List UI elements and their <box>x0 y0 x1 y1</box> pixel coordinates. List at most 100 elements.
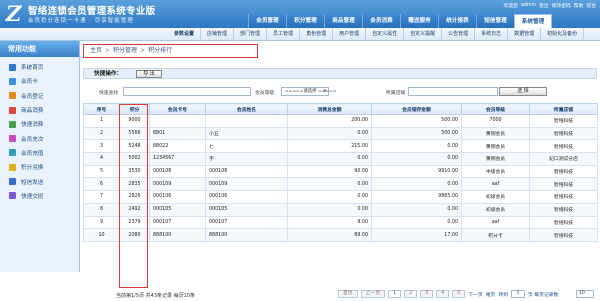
subnav-system-log[interactable]: 系统日志 <box>475 28 509 41</box>
col-card-number[interactable]: 会员卡号 <box>149 103 206 115</box>
table-row[interactable]: 1 9000 200.00 500.00 7000 智络科技 <box>83 114 598 128</box>
cell-index: 1 <box>83 114 120 128</box>
cell-store: 智络科技 <box>529 228 598 242</box>
page-1-button[interactable]: 1 <box>388 290 402 298</box>
cell-stored-balance: 9910.00 <box>371 164 462 179</box>
store-label: 所属店铺 <box>386 91 406 96</box>
cell-stored-balance: 0.00 <box>371 215 462 230</box>
subnav-role-management[interactable]: 角色管理 <box>300 28 334 41</box>
subnav-init-backup[interactable]: 初始化及备份 <box>541 28 585 41</box>
table-row[interactable]: 8 2492 000105 000105 0.00 0.00 初级会员 智络科技 <box>83 202 598 217</box>
cell-member-level: 积分卡 <box>461 228 530 242</box>
cell-points: 2835 <box>119 177 150 192</box>
export-button[interactable]: 导 出 <box>136 70 162 78</box>
col-member-level[interactable]: 会员等级 <box>461 103 530 115</box>
tab-goods-management[interactable]: 商品管理 <box>324 14 362 28</box>
page-5-button[interactable]: 5 <box>452 290 466 298</box>
points-exchange-icon <box>9 163 16 171</box>
cell-total-spent: 0.00 <box>287 152 372 166</box>
subnav-user-management[interactable]: 用户管理 <box>333 28 367 41</box>
change-password-link[interactable]: 修改密码 <box>552 2 571 9</box>
cell-index: 2 <box>83 126 120 141</box>
subnav-department-management[interactable]: 部门管理 <box>234 28 268 41</box>
search-input[interactable] <box>123 87 251 96</box>
sidebar-item-points-exchange[interactable]: 积分兑换 <box>0 160 79 174</box>
store-input[interactable] <box>408 87 498 96</box>
col-total-spent[interactable]: 消费总金额 <box>287 103 372 115</box>
col-stored-balance[interactable]: 会员储存金额 <box>371 103 462 115</box>
col-points[interactable]: 积分 <box>119 103 150 115</box>
page-number-input[interactable]: 1 <box>510 290 525 298</box>
col-index[interactable]: 序号 <box>83 103 120 115</box>
sidebar-item-sms-send[interactable]: 短信发送 <box>0 174 79 188</box>
tab-member-management[interactable]: 会员管理 <box>248 14 286 28</box>
cell-member-name: 000107 <box>205 215 288 230</box>
page-4-button[interactable]: 4 <box>436 290 450 298</box>
subnav-store-management[interactable]: 店铺管理 <box>201 28 235 41</box>
cell-stored-balance: 0.00 <box>371 177 462 192</box>
page-3-button[interactable]: 3 <box>420 290 434 298</box>
table-row[interactable]: 3 5248 88022 七 215.00 0.00 黄铜会员 智络科技 <box>83 139 598 154</box>
sidebar-item-label: 积分兑换 <box>21 165 44 172</box>
col-member-name[interactable]: 会员姓名 <box>205 103 288 115</box>
member-level-select[interactable]: =====请选择 ===== ▾ <box>281 87 336 96</box>
breadcrumb-home[interactable]: 主页 <box>90 47 102 54</box>
sidebar-item-quick-shift[interactable]: 快速交班 <box>0 189 79 203</box>
cell-card-number: 000107 <box>149 215 206 230</box>
next-page-button[interactable]: 下一页 <box>468 291 482 298</box>
sidebar-item-quick-consume[interactable]: 快速消费 <box>0 117 79 131</box>
tab-points-management[interactable]: 积分管理 <box>286 14 324 28</box>
table-row[interactable]: 4 5002 1234567 字 0.00 0.00 黄铜会员 妃口测试分店 <box>83 152 598 166</box>
table-row[interactable]: 2 5566 8801 小五 0.00 500.00 黄铜会员 智络科技 <box>83 126 598 141</box>
col-store[interactable]: 所属店铺 <box>529 103 598 115</box>
main-content: 主页 > 积分管理 > 积分排行 快捷操作： 导 出 快速查找 会员等级 =====请选… <box>80 41 600 299</box>
page-2-button[interactable]: 2 <box>404 290 418 298</box>
sidebar-item-member-card[interactable]: 会员卡 <box>0 74 79 88</box>
tab-member-consumption[interactable]: 会员消费 <box>362 14 400 28</box>
sidebar-item-label: 会员充次 <box>21 136 44 143</box>
tab-system-management[interactable]: 系统管理 <box>514 14 552 28</box>
tab-sms-management[interactable]: 短信管理 <box>476 14 514 28</box>
subnav-staff-management[interactable]: 员工管理 <box>267 28 301 41</box>
select-store-button[interactable]: 选 择 <box>499 87 547 96</box>
table-row[interactable]: 5 3530 000108 000108 90.00 9910.00 中级会员 智络科技 <box>83 164 598 179</box>
prev-page-button[interactable]: 上一页 <box>360 290 386 298</box>
member-register-icon <box>9 92 16 100</box>
page-size-select[interactable]: 10 <box>576 290 594 298</box>
table-row[interactable]: 9 2379 000107 000107 9.00 0.00 aaf 智络科技 <box>83 215 598 230</box>
sidebar-item-goods-consume[interactable]: 商品消费 <box>0 103 79 117</box>
cell-points: 3530 <box>119 164 150 179</box>
sidebar-item-home[interactable]: 系统首页 <box>0 60 79 74</box>
cell-index: 6 <box>83 177 120 192</box>
sidebar-item-member-recharge[interactable]: 会员充值 <box>0 146 79 160</box>
table-row[interactable]: 10 2080 888100 888100 89.00 17.00 积分卡 智络科技 <box>83 228 598 242</box>
app-slogan: 会员积分连锁一卡通 · 尽享智能管理 <box>28 18 134 24</box>
goods-consume-icon <box>9 106 16 114</box>
subnav-notice-management[interactable]: 公告管理 <box>442 28 476 41</box>
subnav-data-management[interactable]: 数据管理 <box>508 28 542 41</box>
cell-member-name: 七 <box>205 139 288 154</box>
last-page-button[interactable]: 尾页 <box>486 291 496 298</box>
cell-points: 9000 <box>119 114 150 128</box>
front-desk-link[interactable]: 前台 <box>586 2 596 9</box>
sidebar-item-member-register[interactable]: 会员登记 <box>0 89 79 103</box>
app-title: 智络连锁会员管理系统专业版 <box>28 6 156 17</box>
cell-stored-balance: 500.00 <box>371 114 462 128</box>
table-row[interactable]: 6 2835 000109 000109 0.00 0.00 aaf 智络科技 <box>83 177 598 192</box>
cell-store: 智络科技 <box>529 114 598 128</box>
app-header: Z 智络连锁会员管理系统专业版 会员积分连锁一卡通 · 尽享智能管理 欢迎您 a… <box>0 0 600 28</box>
subnav-custom-attributes[interactable]: 自定义属性 <box>366 28 405 41</box>
sidebar-item-member-recharge-count[interactable]: 会员充次 <box>0 131 79 145</box>
logout-link[interactable]: 退出 <box>539 2 549 9</box>
cell-card-number: 000109 <box>149 177 206 192</box>
table-row[interactable]: 7 2826 000106 000106 0.00 9865.00 初级会员 智络科技 <box>83 190 598 204</box>
subnav-parameter-settings[interactable]: 参数设置 <box>168 28 202 41</box>
cell-member-name: 000105 <box>205 202 288 217</box>
tab-statistics-report[interactable]: 统计报表 <box>438 14 476 28</box>
breadcrumb-points-management[interactable]: 积分管理 <box>113 47 137 54</box>
tab-gift-service[interactable]: 赠送服务 <box>400 14 438 28</box>
help-link[interactable]: 帮助 <box>574 2 584 9</box>
subnav-custom-reminder[interactable]: 自定义提醒 <box>404 28 443 41</box>
first-page-button[interactable]: 首页 <box>338 290 358 298</box>
cell-points: 5248 <box>119 139 150 154</box>
